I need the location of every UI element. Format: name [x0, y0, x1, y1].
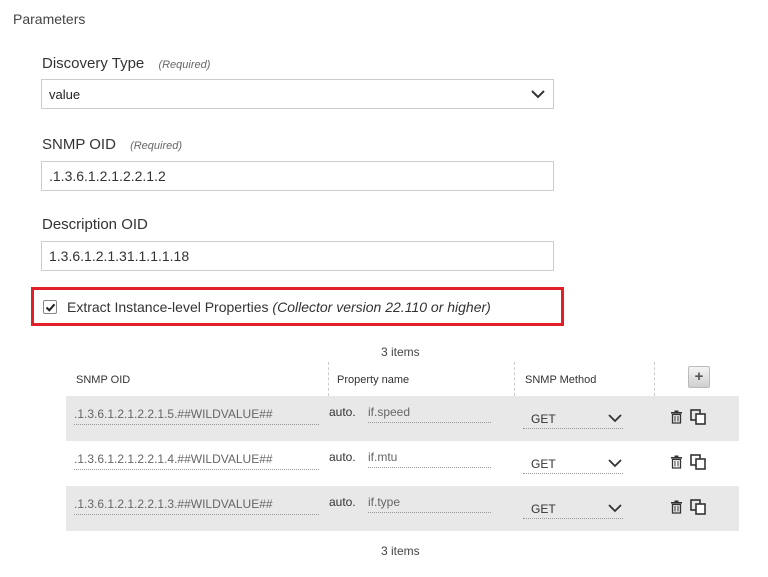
required-tag: (Required)	[158, 59, 211, 71]
properties-table: SNMP OID Property name SNMP Method + .1.…	[66, 362, 739, 531]
snmp-method-select[interactable]: GET	[523, 407, 623, 429]
property-prefix: auto.	[329, 405, 356, 419]
snmp-method-value: GET	[531, 502, 556, 516]
copy-icon[interactable]	[690, 499, 706, 515]
extract-properties-checkbox[interactable]	[43, 300, 57, 314]
snmp-method-value: GET	[531, 457, 556, 471]
add-row-button[interactable]: +	[688, 366, 710, 388]
check-icon	[45, 303, 56, 312]
discovery-type-label-text: Discovery Type	[42, 55, 145, 72]
copy-icon[interactable]	[690, 454, 706, 470]
required-tag: (Required)	[130, 140, 183, 152]
chevron-down-icon	[608, 414, 622, 423]
row-oid-field[interactable]: .1.3.6.1.2.1.2.2.1.3.##WILDVALUE##	[74, 497, 319, 515]
column-divider	[328, 362, 329, 396]
snmp-method-value: GET	[531, 412, 556, 426]
plus-icon: +	[694, 368, 704, 385]
property-name-field[interactable]: if.mtu	[368, 450, 491, 468]
discovery-type-select[interactable]: value	[41, 79, 554, 109]
column-header-snmp-method: SNMP Method	[525, 374, 597, 386]
snmp-oid-label: SNMP OID (Required)	[42, 136, 182, 153]
property-name-field[interactable]: if.speed	[368, 405, 491, 423]
snmp-oid-input[interactable]	[41, 161, 554, 191]
extract-properties-label: Extract Instance-level Properties (Colle…	[67, 299, 491, 315]
discovery-type-value: value	[49, 87, 81, 102]
table-row: .1.3.6.1.2.1.2.2.1.4.##WILDVALUE## auto.…	[66, 441, 739, 486]
column-header-property-name: Property name	[337, 374, 410, 386]
snmp-oid-label-text: SNMP OID	[42, 136, 116, 153]
row-oid-field[interactable]: .1.3.6.1.2.1.2.2.1.5.##WILDVALUE##	[74, 407, 319, 425]
description-oid-input[interactable]	[41, 241, 554, 271]
extract-properties-highlight: Extract Instance-level Properties (Colle…	[31, 287, 564, 326]
column-divider	[514, 362, 515, 396]
trash-icon[interactable]	[670, 410, 683, 424]
description-oid-label: Description OID	[42, 216, 148, 233]
trash-icon[interactable]	[670, 455, 683, 469]
snmp-method-select[interactable]: GET	[523, 452, 623, 474]
property-prefix: auto.	[329, 495, 356, 509]
property-name-field[interactable]: if.type	[368, 495, 491, 513]
items-count-bottom: 3 items	[381, 544, 420, 558]
section-title: Parameters	[13, 11, 86, 27]
table-row: .1.3.6.1.2.1.2.2.1.5.##WILDVALUE## auto.…	[66, 396, 739, 441]
table-header: SNMP OID Property name SNMP Method +	[66, 362, 739, 396]
collector-version-note: (Collector version 22.110 or higher)	[272, 299, 491, 315]
chevron-down-icon	[531, 90, 545, 99]
copy-icon[interactable]	[690, 409, 706, 425]
extract-label-text: Extract Instance-level Properties	[67, 299, 269, 315]
row-oid-field[interactable]: .1.3.6.1.2.1.2.2.1.4.##WILDVALUE##	[74, 452, 319, 470]
column-divider	[654, 362, 655, 396]
property-prefix: auto.	[329, 450, 356, 464]
snmp-method-select[interactable]: GET	[523, 497, 623, 519]
table-row: .1.3.6.1.2.1.2.2.1.3.##WILDVALUE## auto.…	[66, 486, 739, 531]
chevron-down-icon	[608, 459, 622, 468]
trash-icon[interactable]	[670, 500, 683, 514]
discovery-type-label: Discovery Type (Required)	[42, 55, 210, 72]
chevron-down-icon	[608, 504, 622, 513]
items-count-top: 3 items	[381, 345, 420, 359]
column-header-snmp-oid: SNMP OID	[76, 374, 131, 386]
